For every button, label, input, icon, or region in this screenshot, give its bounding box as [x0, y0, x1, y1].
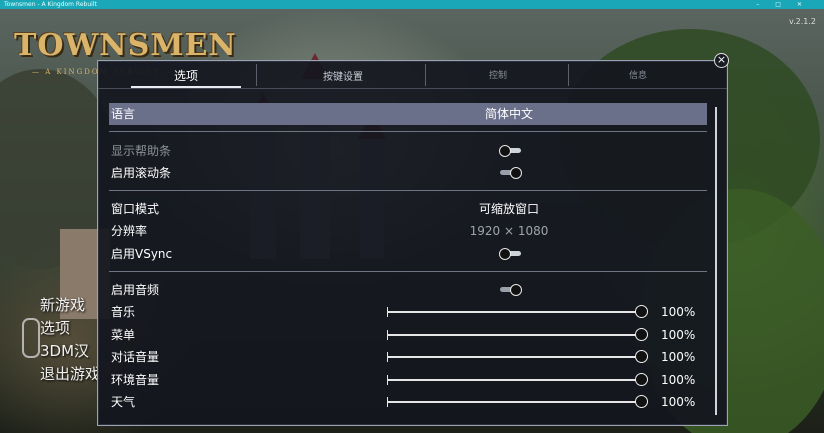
tab-bar: 选项 按键设置 控制 信息 — [98, 61, 727, 88]
show-help-bar-label: 显示帮助条 — [111, 144, 172, 158]
enable-scrollbar-toggle[interactable] — [499, 167, 522, 179]
setting-vsync: 启用VSync — [109, 244, 707, 264]
options-dialog: 选项 按键设置 控制 信息 语言 简体中文 显示帮助条 启用滚动条 窗口模式 可… — [97, 60, 728, 426]
section-divider — [109, 271, 707, 272]
volume-percent: 100% — [661, 305, 696, 319]
version-label: v.2.1.2 — [788, 17, 816, 26]
settings-scrollbar[interactable] — [715, 107, 717, 415]
menu-options[interactable]: 选项 — [40, 317, 100, 340]
volume-slider[interactable] — [387, 328, 648, 341]
enable-audio-label: 启用音频 — [111, 283, 160, 297]
vsync-label: 启用VSync — [111, 247, 173, 261]
slider-handle[interactable] — [635, 328, 648, 341]
volume-row: 音乐 100% — [109, 302, 707, 322]
show-help-bar-toggle[interactable] — [499, 145, 521, 157]
tab-separator — [256, 64, 257, 86]
slider-handle[interactable] — [635, 373, 648, 386]
tab-info[interactable]: 信息 — [583, 68, 693, 81]
maximize-button[interactable]: □ — [775, 1, 797, 8]
volume-slider[interactable] — [387, 395, 648, 408]
volume-row: 天气 100% — [109, 392, 707, 412]
setting-enable-audio: 启用音频 — [109, 280, 707, 300]
volume-slider[interactable] — [387, 373, 648, 386]
volume-percent: 100% — [661, 328, 696, 342]
volume-label: 菜单 — [111, 328, 136, 342]
section-divider — [109, 190, 707, 191]
enable-scrollbar-label: 启用滚动条 — [111, 166, 172, 180]
window-titlebar: Townsmen - A Kingdom Rebuilt –□✕ — [0, 0, 824, 9]
scroll-ornament-icon — [22, 318, 40, 358]
main-menu: 新游戏 选项 3DM汉 退出游戏 — [40, 294, 100, 386]
minimize-button[interactable]: – — [756, 1, 775, 8]
slider-handle[interactable] — [635, 350, 648, 363]
close-window-button[interactable]: ✕ — [797, 1, 818, 8]
slider-handle[interactable] — [635, 395, 648, 408]
window-mode-label: 窗口模式 — [111, 202, 160, 216]
window-controls[interactable]: –□✕ — [756, 0, 818, 9]
language-value[interactable]: 简体中文 — [409, 103, 609, 125]
tab-divider — [98, 88, 727, 89]
language-label: 语言 — [111, 107, 136, 121]
setting-window-mode: 窗口模式 可缩放窗口 — [109, 199, 707, 219]
tab-options[interactable]: 选项 — [131, 67, 241, 84]
volume-row: 环境音量 100% — [109, 370, 707, 390]
section-divider — [109, 131, 707, 132]
volume-percent: 100% — [661, 395, 696, 409]
volume-row: 菜单 100% — [109, 325, 707, 345]
tab-key-settings[interactable]: 按键设置 — [288, 68, 398, 83]
close-circle-icon: × — [716, 53, 727, 66]
setting-enable-scrollbar: 启用滚动条 — [109, 163, 707, 183]
volume-row: 对话音量 100% — [109, 347, 707, 367]
game-logo: TOWNSMEN — [14, 28, 237, 63]
volume-percent: 100% — [661, 373, 696, 387]
volume-label: 对话音量 — [111, 350, 160, 364]
window-title: Townsmen - A Kingdom Rebuilt — [4, 1, 97, 8]
vsync-toggle[interactable] — [499, 248, 521, 260]
volume-slider[interactable] — [387, 305, 648, 318]
volume-label: 天气 — [111, 395, 136, 409]
volume-slider[interactable] — [387, 350, 648, 363]
volume-label: 音乐 — [111, 305, 136, 319]
menu-3dm[interactable]: 3DM汉 — [40, 340, 100, 363]
window-mode-value[interactable]: 可缩放窗口 — [409, 199, 609, 219]
setting-resolution: 分辨率 1920 × 1080 — [109, 221, 707, 241]
menu-exit[interactable]: 退出游戏 — [40, 363, 100, 386]
tab-separator — [425, 64, 426, 86]
resolution-value[interactable]: 1920 × 1080 — [409, 221, 609, 241]
close-dialog-button[interactable]: × — [714, 53, 729, 68]
setting-language[interactable]: 语言 简体中文 — [109, 103, 707, 125]
enable-audio-toggle[interactable] — [499, 284, 522, 296]
tab-separator — [568, 64, 569, 86]
tab-controls[interactable]: 控制 — [443, 68, 553, 81]
slider-handle[interactable] — [635, 305, 648, 318]
setting-show-help-bar: 显示帮助条 — [109, 141, 707, 161]
settings-list: 语言 简体中文 显示帮助条 启用滚动条 窗口模式 可缩放窗口 分辨率 1920 … — [107, 101, 707, 421]
volume-label: 环境音量 — [111, 373, 160, 387]
volume-percent: 100% — [661, 350, 696, 364]
resolution-label: 分辨率 — [111, 224, 148, 238]
menu-new-game[interactable]: 新游戏 — [40, 294, 100, 317]
